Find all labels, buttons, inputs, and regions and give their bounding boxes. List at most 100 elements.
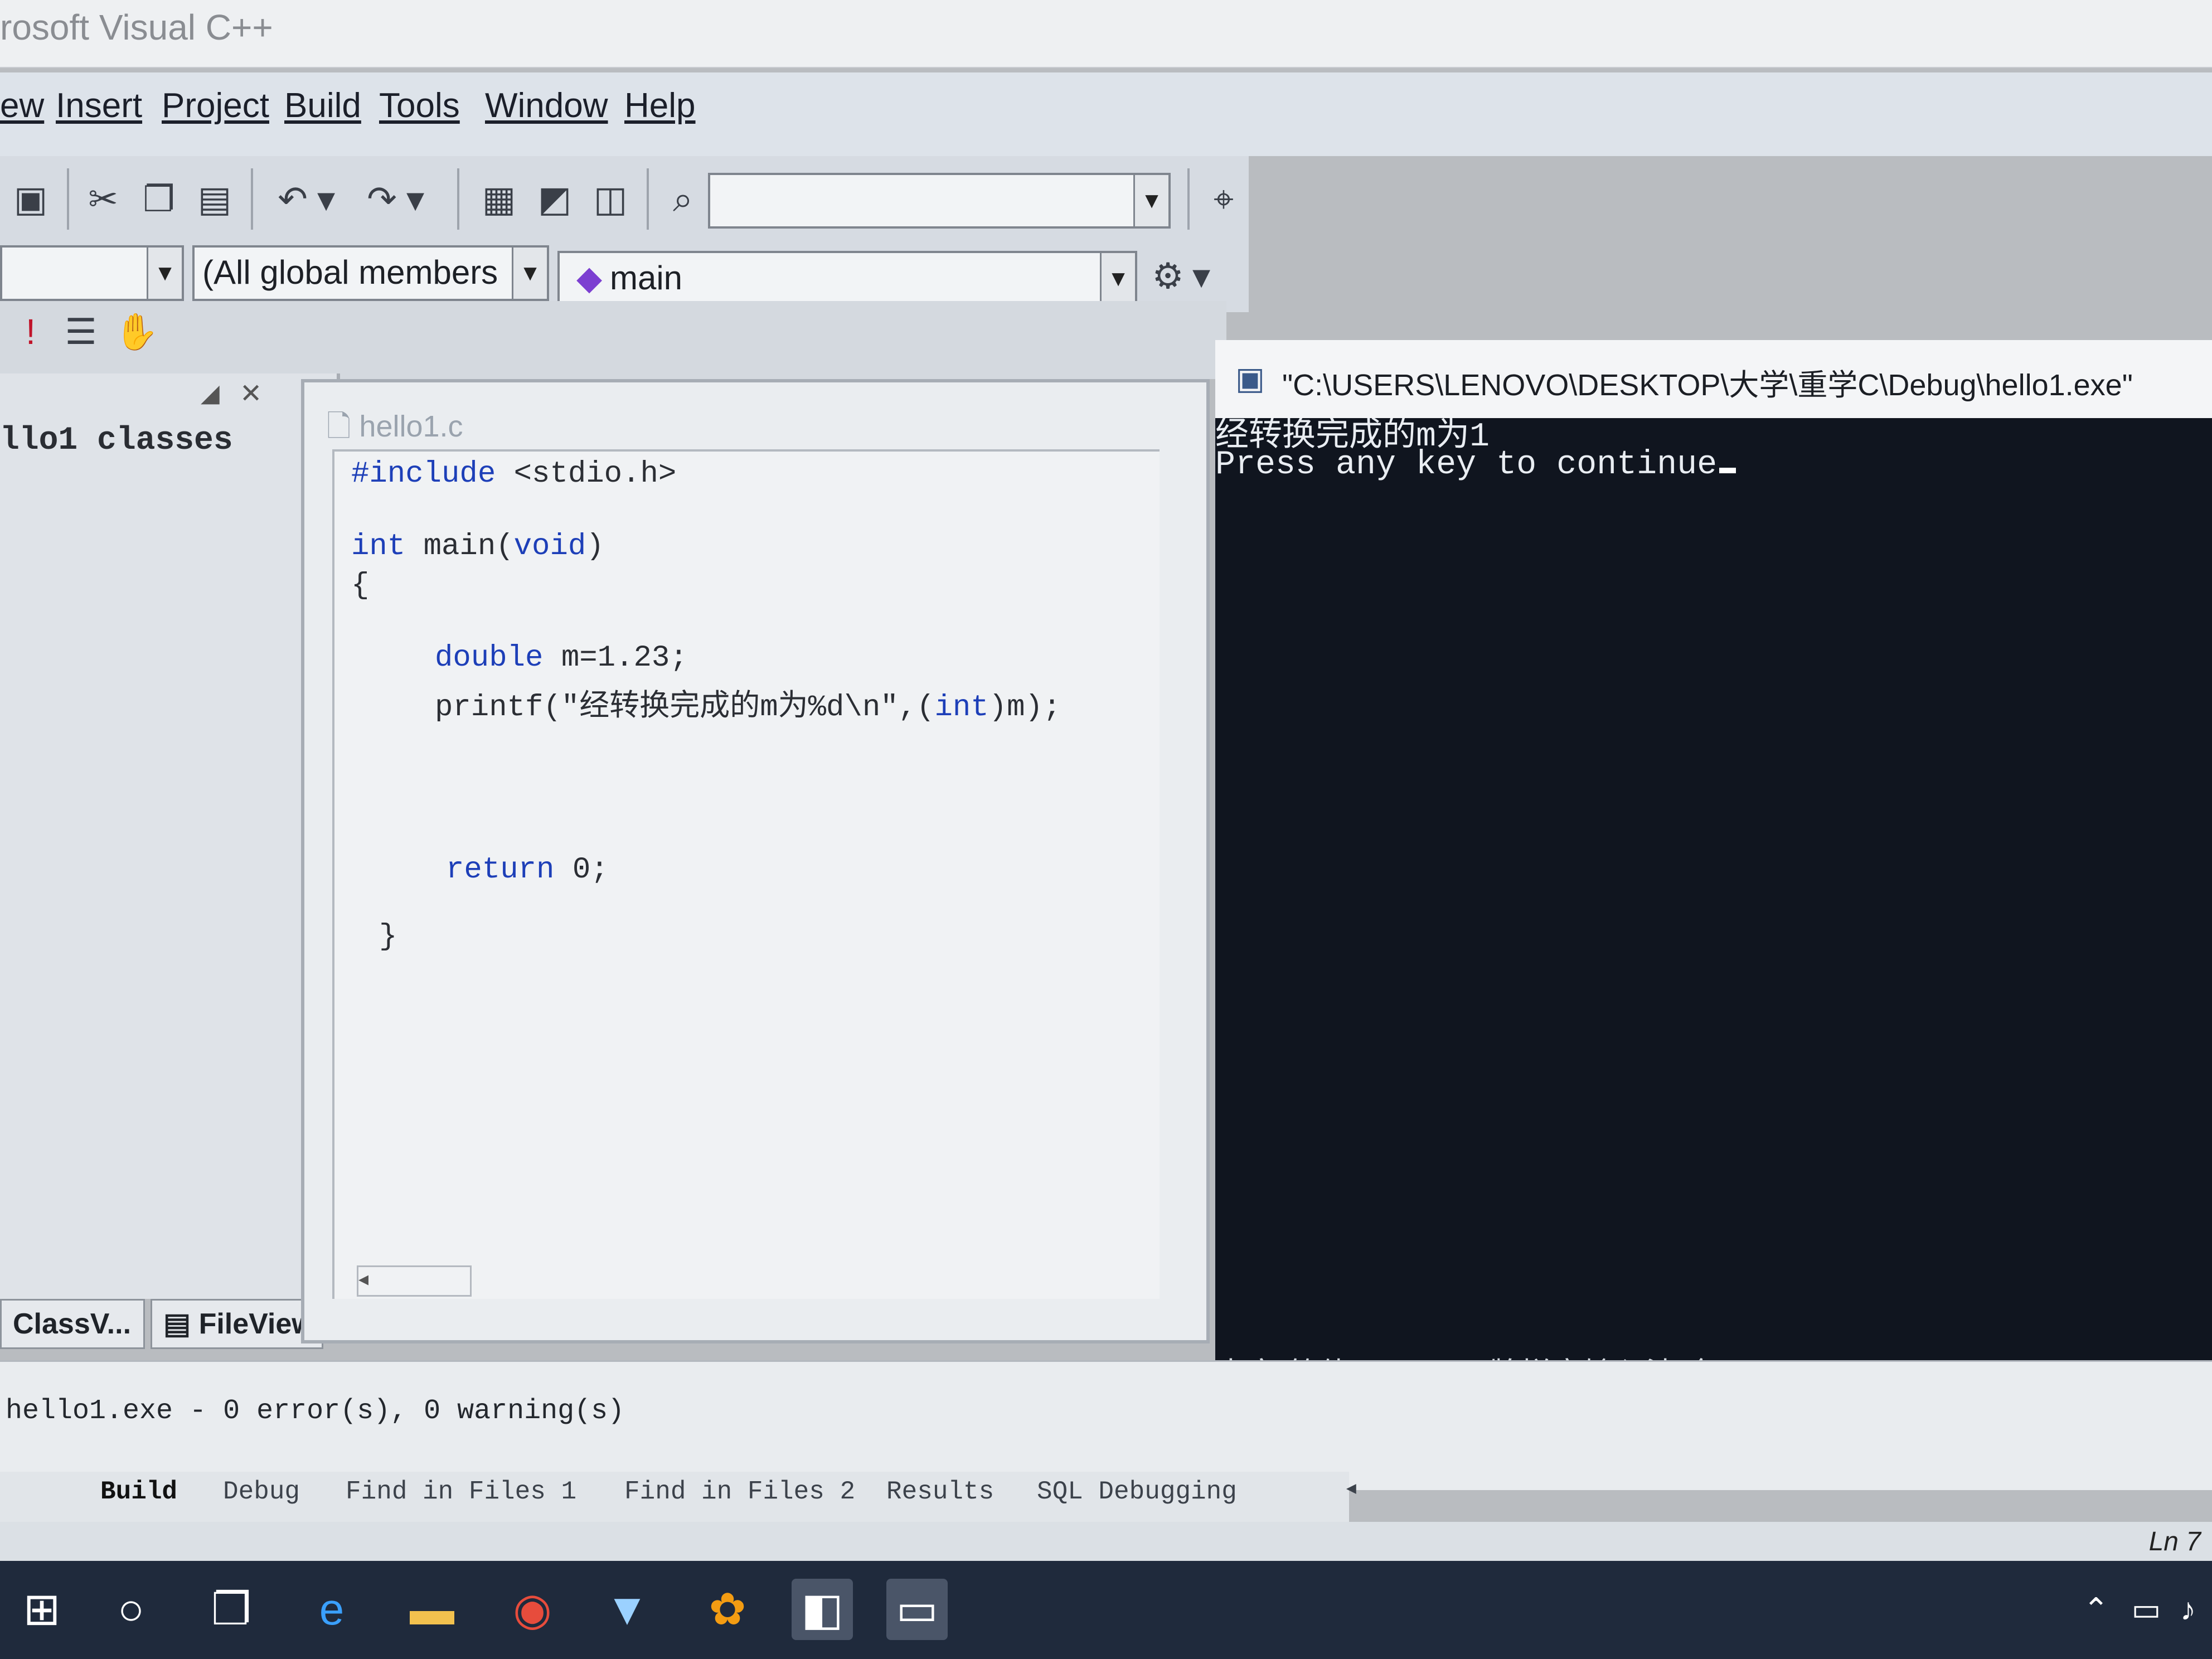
- file-explorer-icon[interactable]: ▬: [401, 1579, 463, 1640]
- save-all-icon[interactable]: ▣: [6, 174, 56, 224]
- cortana-icon[interactable]: ○: [100, 1579, 162, 1640]
- find-in-files-icon[interactable]: ⌕: [658, 174, 708, 224]
- chevron-down-icon[interactable]: ▼: [147, 248, 182, 299]
- members-combo-value: (All global members: [202, 254, 498, 291]
- console-output-line: Press any key to continue: [1215, 446, 1736, 484]
- chevron-down-icon[interactable]: ▼: [512, 248, 547, 299]
- tab-results[interactable]: Results: [886, 1477, 994, 1506]
- code-line: {: [351, 569, 370, 603]
- editor-tab[interactable]: 🗋 hello1.c: [327, 405, 463, 456]
- hand-icon[interactable]: ✋: [111, 307, 162, 357]
- standard-toolbar: ▣ ✂ ❐ ▤ ↶ ▾ ↷ ▾ ▦ ◩ ◫ ⌕ ▼ ⌖: [0, 156, 1249, 246]
- editor-tab-label: hello1.c: [359, 410, 463, 443]
- tab-fileview-label: FileView: [198, 1308, 314, 1340]
- undo-icon[interactable]: ↶: [268, 174, 318, 224]
- code-line: }: [379, 920, 397, 954]
- menu-insert[interactable]: Insert: [56, 86, 142, 125]
- tab-debug[interactable]: Debug: [223, 1477, 300, 1506]
- file-icon: ▤: [163, 1308, 199, 1340]
- tab-fileview[interactable]: ▤ FileView: [151, 1299, 323, 1349]
- paste-icon[interactable]: ▤: [190, 174, 240, 224]
- tab-classview-label: ClassV...: [13, 1308, 132, 1340]
- menu-build[interactable]: Build: [284, 86, 361, 125]
- redo-icon[interactable]: ↷: [357, 174, 407, 224]
- chrome-icon[interactable]: ◉: [502, 1579, 563, 1640]
- toolbar-separator: [1187, 168, 1190, 230]
- toolbar-separator: [457, 168, 459, 230]
- insert-breakpoint-icon[interactable]: ☰: [56, 307, 106, 357]
- toolbar-separator: [647, 168, 649, 230]
- code-line: int main(void): [351, 530, 604, 564]
- code-line: double m=1.23;: [435, 641, 688, 675]
- console-app-icon: ▣: [1235, 361, 1265, 396]
- find-combo[interactable]: ▼: [708, 173, 1171, 229]
- pane-dock-icon[interactable]: ◢: [201, 379, 220, 408]
- visual-cpp-taskbar-icon[interactable]: ◧: [792, 1579, 853, 1640]
- menu-window[interactable]: Window: [485, 86, 608, 125]
- taskbar: ⊞ ○ ❐ e ▬ ◉ ▼ ✿ ◧ ▭ ⌃ ▭ ♪: [0, 1561, 2212, 1659]
- title-bar: rosoft Visual C++: [0, 0, 2212, 68]
- function-combo[interactable]: ◆ main ▼: [557, 251, 1137, 307]
- console-prompt-text: Press any key to continue: [1215, 446, 1718, 484]
- class-tree-root[interactable]: llo1 classes: [0, 423, 233, 459]
- menu-tools[interactable]: Tools: [379, 86, 460, 125]
- close-icon[interactable]: ✕: [240, 378, 262, 409]
- copy-icon[interactable]: ❐: [134, 174, 184, 224]
- execute-icon[interactable]: !: [6, 307, 56, 357]
- chevron-down-icon[interactable]: ▼: [1133, 175, 1168, 226]
- volume-icon[interactable]: ♪: [2169, 1579, 2208, 1640]
- status-bar: Ln 7: [0, 1522, 2212, 1561]
- console-title: "C:\USERS\LENOVO\DESKTOP\大学\重学C\Debug\he…: [1282, 368, 2133, 402]
- code-line: return 0;: [446, 853, 609, 887]
- app-icon[interactable]: ✿: [697, 1579, 758, 1640]
- tab-build[interactable]: Build: [100, 1477, 177, 1506]
- menu-view[interactable]: ew: [0, 86, 44, 125]
- workspace-icon[interactable]: ▦: [474, 174, 524, 224]
- task-view-icon[interactable]: ❐: [201, 1579, 262, 1640]
- window-title: rosoft Visual C++: [0, 7, 273, 47]
- wizard-action-icon[interactable]: ⚙: [1143, 251, 1193, 301]
- tab-sql-debugging[interactable]: SQL Debugging: [1037, 1477, 1237, 1506]
- code-area[interactable]: #include <stdio.h> int main(void) { doub…: [332, 449, 1160, 1299]
- chevron-down-icon[interactable]: ▾: [1187, 251, 1215, 301]
- workspace-pane: ◢ ✕ llo1 classes: [0, 373, 340, 1299]
- output-pane: hello1.exe - 0 error(s), 0 warning(s): [0, 1360, 2212, 1490]
- line-indicator: Ln 7: [2148, 1527, 2201, 1556]
- chevron-down-icon[interactable]: ▾: [312, 174, 340, 224]
- editor-window: 🗋 hello1.c #include <stdio.h> int main(v…: [301, 379, 1210, 1343]
- toolbar-separator: [251, 168, 253, 230]
- menu-help[interactable]: Help: [624, 86, 696, 125]
- function-icon: ◆: [576, 259, 603, 297]
- tab-classview[interactable]: ClassV...: [0, 1299, 145, 1349]
- console-window: 经转换完成的m为1 Press any key to continue 中文(简…: [1215, 346, 2212, 1391]
- document-icon: 🗋: [327, 410, 360, 443]
- window-list-icon[interactable]: ◫: [585, 174, 636, 224]
- tab-find-in-files-2[interactable]: Find in Files 2: [624, 1477, 855, 1506]
- toolbar-separator: [67, 168, 69, 230]
- chevron-down-icon[interactable]: ▼: [1100, 253, 1135, 304]
- members-combo[interactable]: (All global members ▼: [192, 245, 549, 301]
- code-line: #include <stdio.h>: [351, 457, 677, 491]
- output-window-icon[interactable]: ◩: [530, 174, 580, 224]
- build-minibar: ! ☰ ✋: [0, 301, 1226, 379]
- console-cursor: [1719, 468, 1736, 473]
- menu-bar: ew Insert Project Build Tools Window Hel…: [0, 72, 2212, 156]
- tab-scroll-left-icon[interactable]: ◂: [1343, 1472, 1359, 1503]
- console-title-bar: ▣ "C:\USERS\LENOVO\DESKTOP\大学\重学C\Debug\…: [1215, 340, 2212, 418]
- class-combo[interactable]: ▼: [0, 245, 184, 301]
- tab-find-in-files-1[interactable]: Find in Files 1: [346, 1477, 576, 1506]
- code-line: printf("经转换完成的m为%d\n",(int)m);: [435, 691, 1061, 725]
- function-combo-value: main: [610, 259, 683, 297]
- battery-icon[interactable]: ▭: [2124, 1579, 2169, 1640]
- chevron-down-icon[interactable]: ▾: [401, 174, 429, 224]
- cut-icon[interactable]: ✂: [78, 174, 128, 224]
- edge-icon[interactable]: e: [301, 1579, 362, 1640]
- console-taskbar-icon[interactable]: ▭: [886, 1579, 948, 1640]
- menu-project[interactable]: Project: [162, 86, 269, 125]
- windows-start-icon[interactable]: ⊞: [11, 1579, 72, 1640]
- build-result: hello1.exe - 0 error(s), 0 warning(s): [6, 1395, 625, 1427]
- chevron-up-icon[interactable]: ⌃: [2074, 1579, 2118, 1640]
- find-binoculars-icon[interactable]: ⌖: [1199, 174, 1249, 224]
- visual-studio-icon[interactable]: ▼: [596, 1579, 658, 1640]
- horizontal-scrollbar[interactable]: ◂: [357, 1265, 472, 1297]
